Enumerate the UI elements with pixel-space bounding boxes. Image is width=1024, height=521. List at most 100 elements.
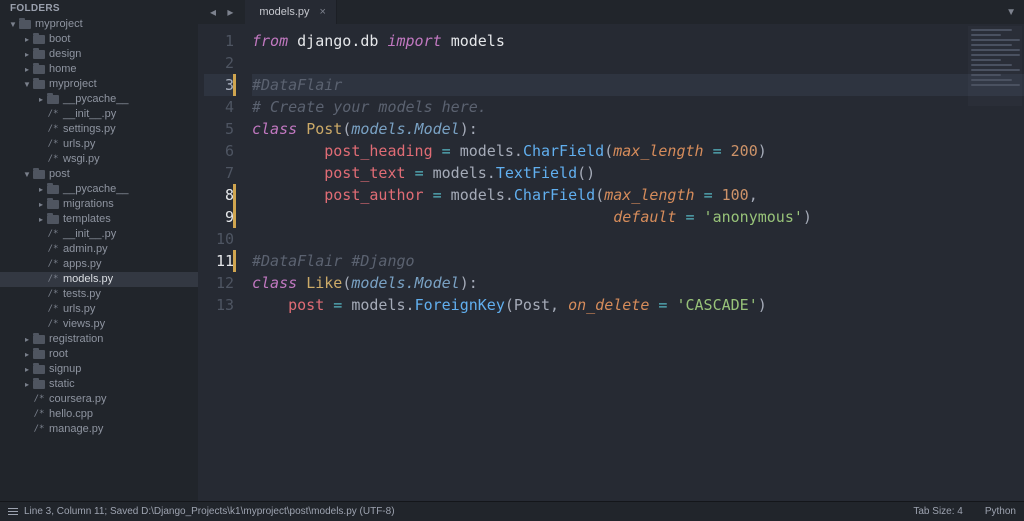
folder-icon: [32, 169, 46, 181]
tree-item-label: apps.py: [63, 257, 102, 272]
code-line[interactable]: post_text = models.TextField(): [252, 162, 1024, 184]
disclosure-arrow-icon[interactable]: ▼: [22, 167, 32, 182]
tree-file[interactable]: /*manage.py: [0, 422, 198, 437]
tree-item-label: urls.py: [63, 302, 95, 317]
tab-models-py[interactable]: models.py ×: [245, 0, 337, 24]
tree-item-label: coursera.py: [49, 392, 106, 407]
minimap[interactable]: [968, 26, 1022, 106]
status-syntax[interactable]: Python: [985, 506, 1016, 517]
tree-file[interactable]: /*hello.cpp: [0, 407, 198, 422]
disclosure-arrow-icon[interactable]: ▸: [22, 47, 32, 62]
tree-file[interactable]: /*__init__.py: [0, 227, 198, 242]
code-line[interactable]: default = 'anonymous'): [252, 206, 1024, 228]
tree-file[interactable]: /*coursera.py: [0, 392, 198, 407]
file-icon: /*: [46, 229, 60, 241]
tree-folder[interactable]: ▼ post: [0, 167, 198, 182]
status-bar: Line 3, Column 11; Saved D:\Django_Proje…: [0, 501, 1024, 521]
tree-item-label: __init__.py: [63, 227, 116, 242]
tree-folder[interactable]: ▸ static: [0, 377, 198, 392]
tree-folder[interactable]: ▸__pycache__: [0, 92, 198, 107]
file-icon: /*: [32, 424, 46, 436]
folder-icon: [32, 334, 46, 346]
tree-item-label: post: [49, 167, 70, 182]
file-icon: /*: [46, 259, 60, 271]
status-tab-size[interactable]: Tab Size: 4: [913, 506, 962, 517]
tab-overflow-dropdown-icon[interactable]: ▼: [1006, 7, 1016, 18]
disclosure-arrow-icon[interactable]: ▸: [22, 347, 32, 362]
line-number: 2: [204, 52, 234, 74]
disclosure-arrow-icon[interactable]: ▼: [8, 17, 18, 32]
sidebar: FOLDERS ▼myproject▸boot▸design▸home▼mypr…: [0, 0, 198, 501]
tree-file[interactable]: /*wsgi.py: [0, 152, 198, 167]
folder-icon: [32, 49, 46, 61]
editor-area: ◂ ▸ models.py × ▼ 12345678910111213 from…: [198, 0, 1024, 501]
tree-file[interactable]: /*admin.py: [0, 242, 198, 257]
tree-folder[interactable]: ▸home: [0, 62, 198, 77]
tree-item-label: static: [49, 377, 75, 392]
tree-folder[interactable]: ▸root: [0, 347, 198, 362]
tree-item-label: boot: [49, 32, 70, 47]
file-icon: /*: [46, 154, 60, 166]
code-line[interactable]: class Post(models.Model):: [252, 118, 1024, 140]
disclosure-arrow-icon[interactable]: ▸: [22, 377, 32, 392]
close-icon[interactable]: ×: [320, 6, 326, 18]
disclosure-arrow-icon[interactable]: ▸: [36, 197, 46, 212]
line-number: 13: [204, 294, 234, 316]
code-editor[interactable]: 12345678910111213 from django.db import …: [198, 24, 1024, 501]
tree-file[interactable]: /*urls.py: [0, 137, 198, 152]
tab-nav-arrows-icon[interactable]: ◂ ▸: [202, 5, 245, 19]
code-line[interactable]: #DataFlair #Django: [252, 250, 1024, 272]
tree-folder[interactable]: ▸migrations: [0, 197, 198, 212]
menu-icon[interactable]: [8, 508, 18, 516]
tree-file[interactable]: /*settings.py: [0, 122, 198, 137]
tree-file[interactable]: /*tests.py: [0, 287, 198, 302]
code-line[interactable]: #DataFlair: [252, 74, 1024, 96]
file-icon: /*: [46, 109, 60, 121]
line-number-gutter: 12345678910111213: [198, 24, 244, 501]
line-number: 8: [204, 184, 234, 206]
disclosure-arrow-icon[interactable]: ▸: [22, 32, 32, 47]
tree-item-label: views.py: [63, 317, 105, 332]
line-number: 9: [204, 206, 234, 228]
code-line[interactable]: post_author = models.CharField(max_lengt…: [252, 184, 1024, 206]
tree-item-label: tests.py: [63, 287, 101, 302]
folder-icon: [46, 94, 60, 106]
disclosure-arrow-icon[interactable]: ▸: [22, 332, 32, 347]
code-line[interactable]: # Create your models here.: [252, 96, 1024, 118]
file-icon: /*: [32, 394, 46, 406]
file-icon: /*: [32, 409, 46, 421]
disclosure-arrow-icon[interactable]: ▸: [22, 62, 32, 77]
disclosure-arrow-icon[interactable]: ▼: [22, 77, 32, 92]
tree-folder[interactable]: ▸templates: [0, 212, 198, 227]
disclosure-arrow-icon[interactable]: ▸: [36, 92, 46, 107]
code-line[interactable]: post_heading = models.CharField(max_leng…: [252, 140, 1024, 162]
tree-folder[interactable]: ▼ myproject: [0, 77, 198, 92]
code-line[interactable]: from django.db import models: [252, 30, 1024, 52]
tab-label: models.py: [259, 6, 309, 18]
tree-folder[interactable]: ▼myproject: [0, 17, 198, 32]
line-number: 11: [204, 250, 234, 272]
disclosure-arrow-icon[interactable]: ▸: [36, 212, 46, 227]
code-line[interactable]: [252, 228, 1024, 250]
tree-item-label: __init__.py: [63, 107, 116, 122]
code-line[interactable]: [252, 52, 1024, 74]
tree-file[interactable]: /*urls.py: [0, 302, 198, 317]
tree-folder[interactable]: ▸ boot: [0, 32, 198, 47]
code-content[interactable]: from django.db import models #DataFlair# …: [244, 24, 1024, 501]
disclosure-arrow-icon[interactable]: ▸: [36, 182, 46, 197]
tree-file[interactable]: /*models.py: [0, 272, 198, 287]
tree-file[interactable]: /*__init__.py: [0, 107, 198, 122]
disclosure-arrow-icon[interactable]: ▸: [22, 362, 32, 377]
code-line[interactable]: post = models.ForeignKey(Post, on_delete…: [252, 294, 1024, 316]
file-tree[interactable]: ▼myproject▸boot▸design▸home▼myproject▸__…: [0, 17, 198, 501]
tree-folder[interactable]: ▸registration: [0, 332, 198, 347]
file-icon: /*: [46, 319, 60, 331]
tree-folder[interactable]: ▸__pycache__: [0, 182, 198, 197]
code-line[interactable]: class Like(models.Model):: [252, 272, 1024, 294]
tree-file[interactable]: /*views.py: [0, 317, 198, 332]
tree-folder[interactable]: ▸signup: [0, 362, 198, 377]
tree-folder[interactable]: ▸design: [0, 47, 198, 62]
tree-item-label: myproject: [49, 77, 97, 92]
tree-item-label: wsgi.py: [63, 152, 100, 167]
tree-file[interactable]: /*apps.py: [0, 257, 198, 272]
